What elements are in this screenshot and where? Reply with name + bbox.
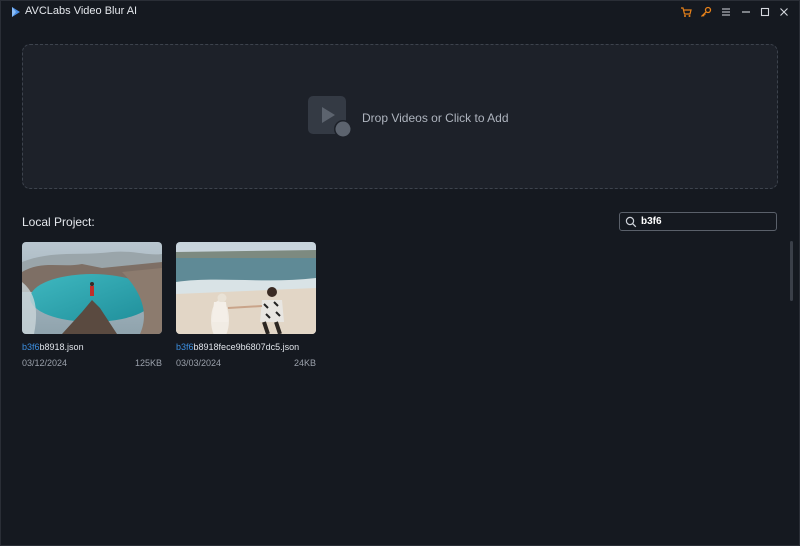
local-project-title: Local Project: [22, 215, 95, 229]
key-icon [701, 6, 712, 17]
project-file-name: b3f6b8918.json [22, 342, 162, 352]
volcano-crater-lake-thumbnail [22, 242, 162, 334]
project-size: 24KB [293, 358, 316, 368]
project-card[interactable]: b3f6b8918.json 03/12/2024 125KB [22, 242, 162, 368]
file-name-rest: b8918fece9b6807dc5.json [193, 342, 300, 352]
menu-button[interactable] [718, 4, 734, 20]
title-bar: AVCLabs Video Blur AI [1, 1, 800, 23]
close-button[interactable] [776, 4, 792, 20]
drop-videos-area[interactable]: Drop Videos or Click to Add [22, 44, 778, 189]
drop-videos-label: Drop Videos or Click to Add [362, 111, 509, 125]
project-date: 03/12/2024 [22, 358, 68, 368]
project-date: 03/03/2024 [176, 358, 222, 368]
video-add-icon [308, 96, 352, 138]
project-meta: 03/12/2024 125KB [22, 358, 162, 368]
scrollbar[interactable] [790, 241, 793, 301]
search-input[interactable] [641, 214, 769, 229]
search-box[interactable] [619, 212, 777, 231]
minimize-button[interactable] [738, 4, 754, 20]
beach-couple-thumbnail [176, 242, 316, 334]
maximize-button[interactable] [757, 4, 773, 20]
project-meta: 03/03/2024 24KB [176, 358, 316, 368]
project-file-name: b3f6b8918fece9b6807dc5.json [176, 342, 316, 352]
app-title: AVCLabs Video Blur AI [25, 5, 138, 17]
menu-icon [722, 8, 730, 16]
search-match-text: b3f6 [176, 342, 194, 352]
cart-button[interactable] [678, 4, 694, 20]
search-match-text: b3f6 [22, 342, 40, 352]
app-logo-icon [12, 7, 20, 17]
cart-icon [681, 7, 692, 17]
close-icon [780, 8, 788, 16]
file-name-rest: b8918.json [39, 342, 84, 352]
app-window: AVCLabs Video Blur AI Drop Videos or Cli… [0, 0, 800, 546]
project-card[interactable]: b3f6b8918fece9b6807dc5.json 03/03/2024 2… [176, 242, 316, 368]
license-key-button[interactable] [698, 4, 714, 20]
maximize-icon [760, 7, 770, 17]
search-icon [625, 216, 637, 228]
minimize-icon [742, 11, 750, 13]
project-size: 125KB [134, 358, 162, 368]
